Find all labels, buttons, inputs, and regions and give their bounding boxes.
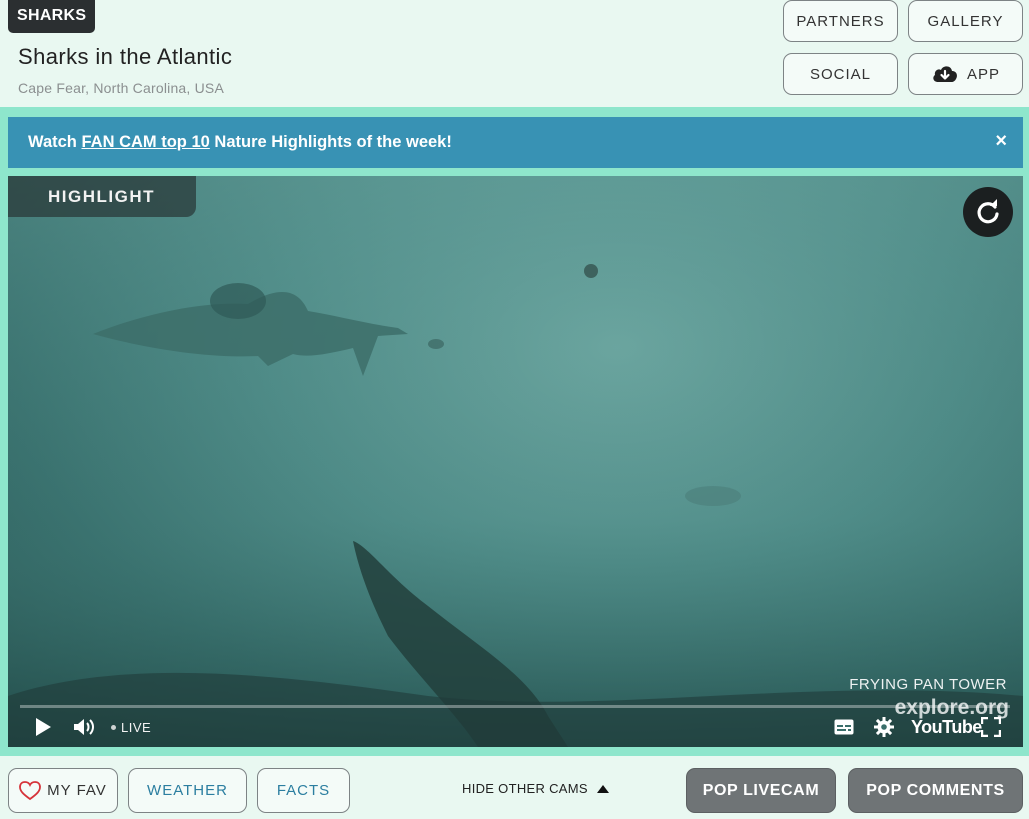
banner-text-prefix: Watch: [28, 133, 82, 151]
settings-icon: [874, 717, 894, 737]
play-icon: [36, 718, 51, 736]
underwater-scene: [8, 176, 1023, 747]
caret-up-icon: [596, 784, 609, 793]
social-button[interactable]: SOCIAL: [783, 53, 898, 95]
captions-icon: [834, 719, 854, 735]
close-icon[interactable]: ×: [995, 117, 1007, 165]
live-label: LIVE: [121, 719, 152, 735]
pop-livecam-label: POP LIVECAM: [702, 781, 820, 799]
video-player[interactable]: HIGHLIGHT FRYING PAN TOWER explore.org L…: [8, 176, 1023, 747]
progress-bar[interactable]: [20, 705, 1010, 708]
fullscreen-icon: [981, 717, 1001, 737]
reload-icon: [977, 199, 999, 224]
highlights-banner: Watch FAN CAM top 10 Nature Highlights o…: [8, 117, 1023, 168]
gallery-button-label: GALLERY: [927, 12, 1004, 30]
fan-cam-link[interactable]: FAN CAM top 10: [81, 133, 209, 151]
hide-other-cams-label: HIDE OTHER CAMS: [462, 781, 588, 796]
camera-name: FRYING PAN TOWER: [849, 676, 1007, 693]
cloud-download-icon: [933, 66, 957, 82]
my-fav-button[interactable]: MY FAV: [8, 768, 118, 813]
highlight-label: HIGHLIGHT: [8, 176, 196, 217]
reload-button[interactable]: [963, 187, 1013, 237]
play-button[interactable]: [34, 714, 52, 740]
settings-button[interactable]: [874, 714, 894, 740]
gallery-button[interactable]: GALLERY: [908, 0, 1023, 42]
banner-text-suffix: Nature Highlights of the week!: [209, 133, 452, 151]
fullscreen-button[interactable]: [981, 714, 1001, 740]
my-fav-label: MY FAV: [47, 782, 107, 799]
captions-button[interactable]: [834, 714, 854, 740]
pop-livecam-button[interactable]: POP LIVECAM: [686, 768, 836, 813]
location-subtitle: Cape Fear, North Carolina, USA: [18, 80, 224, 96]
live-dot: [111, 724, 116, 730]
page-header: SHARKS Sharks in the Atlantic Cape Fear,…: [0, 0, 1029, 107]
pop-comments-label: POP COMMENTS: [866, 781, 1005, 799]
social-button-label: SOCIAL: [809, 65, 872, 83]
facts-button[interactable]: FACTS: [257, 768, 350, 813]
facts-label: FACTS: [276, 782, 331, 799]
hide-other-cams-toggle[interactable]: HIDE OTHER CAMS: [462, 781, 610, 796]
partners-button-label: PARTNERS: [796, 12, 885, 30]
heart-icon: [19, 780, 42, 800]
app-button-label: APP: [966, 65, 1000, 83]
volume-button[interactable]: [73, 714, 97, 740]
youtube-logo[interactable]: YouTube: [911, 714, 982, 740]
page-title: Sharks in the Atlantic: [18, 44, 233, 69]
weather-label: WEATHER: [147, 782, 228, 799]
weather-button[interactable]: WEATHER: [128, 768, 247, 813]
app-button[interactable]: APP: [908, 53, 1023, 95]
partners-button[interactable]: PARTNERS: [783, 0, 898, 42]
volume-icon: [74, 719, 94, 735]
live-indicator[interactable]: LIVE: [111, 714, 151, 740]
category-badge[interactable]: SHARKS: [8, 0, 96, 33]
pop-comments-button[interactable]: POP COMMENTS: [848, 768, 1023, 813]
